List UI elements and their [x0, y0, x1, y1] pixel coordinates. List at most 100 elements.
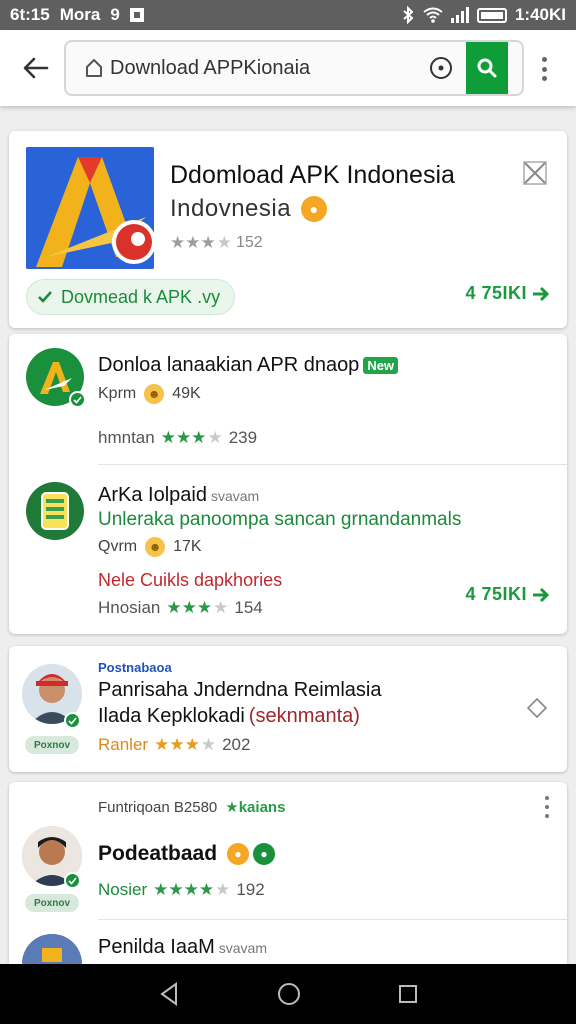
- back-nav-icon[interactable]: [158, 982, 180, 1006]
- star-rating-icon: ★★★ ★: [166, 598, 229, 617]
- rating-label: Hnosian: [98, 598, 161, 617]
- app-rating: ★★★ ★ 152: [170, 233, 263, 253]
- download-label: Dovmead k APK .vy: [61, 286, 221, 307]
- list-item-rating: hmntan ★★★ ★ 239: [98, 428, 257, 448]
- star-rating-icon: ★★★ ★: [154, 735, 217, 754]
- divider: [98, 464, 567, 465]
- title-suffix: svavam: [210, 487, 260, 504]
- search-bar: [64, 40, 524, 96]
- smiley-icon: ☻: [145, 537, 166, 557]
- rating-label: Ranler: [98, 735, 149, 754]
- size-label: 17K: [173, 538, 202, 555]
- app-bar: [0, 30, 576, 106]
- verified-badge-icon: ●: [301, 196, 328, 222]
- verified-check-icon: [64, 712, 81, 729]
- verified-check-icon: [69, 391, 86, 408]
- size-label: 49K: [172, 385, 201, 402]
- home-nav-icon[interactable]: [277, 982, 301, 1006]
- home-icon: [84, 57, 104, 79]
- app-title: Ddomload APK Indonesia: [170, 161, 455, 189]
- list-item-title-text: ArKa Iolpaid: [98, 484, 207, 506]
- app-subtitle-text: Indovnesia: [170, 195, 292, 222]
- list-item-meta: Qvrm ☻ 17K: [98, 537, 202, 557]
- bookmark-icon[interactable]: [526, 697, 548, 719]
- app-list-card: Donloa lanaakian APR dnaop New Kprm ☻ 49…: [9, 334, 567, 634]
- download-button[interactable]: Dovmead k APK .vy: [26, 279, 236, 315]
- info-icon[interactable]: [426, 53, 456, 83]
- overflow-menu-icon[interactable]: [532, 54, 556, 84]
- review-line2-b: (seknmanta): [248, 705, 360, 727]
- reviewer-name: Penilda IaaM svavam: [98, 936, 267, 959]
- list-item-desc: Unleraka panoompa sancan grnandanmals: [98, 509, 462, 530]
- verified-badge-icon: ●: [227, 843, 250, 865]
- review-line2-a: Ilada Kepklokadi: [98, 705, 245, 727]
- bluetooth-icon: [403, 6, 414, 24]
- download-count-link[interactable]: 4 75IKI: [465, 283, 551, 304]
- review-rating: Ranler ★★★ ★ 202: [98, 735, 250, 755]
- review-header: Funtriqoan B2580 ★kaians: [98, 798, 285, 817]
- overflow-menu-icon[interactable]: [543, 796, 551, 818]
- review-line1: Panrisaha Jnderndna Reimlasia: [98, 679, 382, 701]
- arrow-right-icon: [533, 587, 550, 602]
- download-count: 4 75IKI: [465, 584, 527, 604]
- review-header-text: Funtriqoan B2580: [98, 798, 218, 816]
- app-logo: [26, 147, 154, 269]
- featured-app-card[interactable]: Ddomload APK Indonesia Indovnesia ● ★★★ ★…: [9, 131, 567, 328]
- status-bar: 6t:15 Mora 9 1:40KI: [0, 0, 576, 30]
- system-nav-bar: [0, 964, 576, 1024]
- list-item-rating: Hnosian ★★★ ★ 154: [98, 598, 263, 618]
- smiley-icon: ☻: [144, 384, 165, 404]
- rating-count: 152: [235, 234, 263, 251]
- wifi-icon: [423, 7, 443, 23]
- list-item-title: Donloa lanaakian APR dnaop New: [98, 354, 399, 377]
- search-icon: [477, 58, 497, 78]
- list-item-meta: Kprm ☻ 49K: [98, 384, 201, 404]
- download-count: 4 75IKI: [465, 283, 527, 303]
- list-item-title-text: Donloa lanaakian APR dnaop: [98, 354, 360, 376]
- check-icon: [38, 291, 52, 303]
- meta-label: Qvrm: [98, 538, 138, 555]
- review-line2: Ilada Kepklokadi (seknmanta): [98, 705, 360, 728]
- rating-count: 239: [228, 428, 258, 447]
- status-carrier: Mora: [59, 5, 101, 24]
- review-rating: Nosier ★★★★ ★ 192: [98, 880, 265, 900]
- meta-label: Kprm: [98, 385, 137, 402]
- rating-count: 202: [222, 735, 251, 754]
- star-rating-icon: ★★★★ ★: [153, 880, 231, 899]
- notification-icon: [129, 8, 144, 22]
- app-subtitle: Indovnesia ●: [170, 195, 328, 223]
- battery-icon: [476, 7, 507, 23]
- app-icon: [26, 482, 84, 540]
- rating-count: 192: [236, 880, 265, 899]
- status-time: 6t:15: [10, 5, 50, 24]
- review-card: Funtriqoan B2580 ★kaians Poxnov Podeatba…: [9, 782, 567, 994]
- reviewer-suffix: svavam: [218, 939, 267, 956]
- review-tag: Postnabaoa: [98, 660, 172, 675]
- user-badge: Poxnov: [25, 736, 79, 754]
- star-rating-icon: ★★★ ★: [170, 233, 232, 252]
- reviewer-name-text: Podeatbaad: [98, 842, 218, 865]
- review-card[interactable]: Poxnov Postnabaoa Panrisaha Jnderndna Re…: [9, 646, 567, 772]
- status-badge-icon: ●: [253, 843, 276, 865]
- arrow-right-icon: [533, 286, 550, 301]
- search-input[interactable]: [110, 56, 426, 80]
- close-icon[interactable]: [521, 159, 549, 187]
- verified-check-icon: [64, 872, 81, 889]
- app-icon: [26, 348, 86, 408]
- reviewer-name-text: Penilda IaaM: [98, 936, 215, 958]
- back-arrow-icon[interactable]: [10, 42, 62, 94]
- rating-count: 154: [234, 598, 263, 617]
- recents-nav-icon[interactable]: [398, 984, 418, 1004]
- warning-note: Nele Cuikls dapkhories: [98, 570, 283, 590]
- new-badge: New: [363, 357, 399, 374]
- rating-label: Nosier: [98, 880, 148, 899]
- download-count-link[interactable]: 4 75IKI: [465, 584, 551, 605]
- search-button[interactable]: [466, 42, 508, 94]
- user-badge: Poxnov: [25, 894, 79, 912]
- divider: [98, 919, 567, 920]
- reviewer-name: Podeatbaad ● ●: [98, 842, 276, 866]
- status-clock: 1:40KI: [514, 5, 566, 24]
- signal-icon: [450, 7, 469, 23]
- star-rating-icon: ★★★ ★: [160, 428, 223, 447]
- rating-label: hmntan: [98, 428, 155, 447]
